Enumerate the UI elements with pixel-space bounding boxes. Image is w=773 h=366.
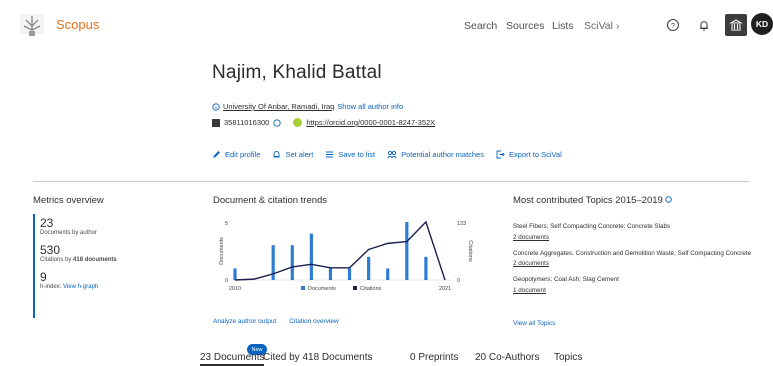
people-icon [387, 150, 397, 159]
y2-tick-label: 0 [457, 278, 460, 284]
topic-name: Geopolymers; Coal Ash; Slag Cement [513, 276, 620, 284]
author-actions: Edit profile Set alert Save to list Pote… [212, 150, 562, 159]
scopus-id-icon [212, 118, 220, 127]
y-tick-label: 5 [225, 221, 228, 227]
citations-label: Citations by 418 documents [40, 257, 183, 263]
topic-docs-link[interactable]: 1 document [513, 287, 753, 296]
citation-overview-link[interactable]: Citation overview [289, 318, 339, 325]
orcid-icon [293, 118, 303, 127]
topics-title: Most contributed Topics 2015–2019 [513, 195, 673, 206]
info-icon[interactable] [273, 118, 281, 127]
documents-bar [367, 256, 371, 280]
nav-lists[interactable]: Lists [552, 20, 574, 32]
nav-sources[interactable]: Sources [506, 20, 545, 32]
hindex-label-text: h-index: [40, 284, 64, 290]
svg-text:?: ? [671, 23, 675, 30]
legend-documents-swatch [301, 286, 305, 290]
documents-bar [405, 222, 409, 280]
topic-docs-link[interactable]: 2 documents [513, 260, 753, 269]
show-author-info-link[interactable]: Show all author info [337, 102, 403, 111]
metrics-panel: 23 Documents by author 530 Citations by … [33, 214, 183, 318]
documents-bar [347, 268, 352, 280]
tab-preprints[interactable]: 0 Preprints [410, 352, 458, 363]
trends-chart-svg: 5013302010 2021Documents CitationsDocument… [219, 220, 473, 292]
y2-axis-label: Citations [467, 240, 473, 262]
elsevier-logo[interactable] [18, 12, 46, 38]
topic-docs-link[interactable]: 2 documents [513, 234, 753, 243]
pencil-icon [213, 151, 220, 158]
tab-co-authors[interactable]: 20 Co-Authors [475, 352, 539, 363]
legend-citations-label: Citations [360, 286, 382, 292]
affiliation-row: University Of Anbar, Ramadi, Iraq Show a… [212, 102, 403, 111]
analyze-author-output-link[interactable]: Analyze author output [213, 318, 276, 325]
user-avatar[interactable]: KD [751, 13, 773, 35]
documents-label: Documents by author [40, 230, 98, 236]
tab-documents[interactable]: 23 Documents [200, 352, 265, 366]
institution-icon[interactable] [725, 14, 747, 36]
section-divider [33, 181, 749, 182]
x-tick-label: 2021 [439, 286, 451, 292]
scopus-brand[interactable]: Scopus [56, 17, 99, 32]
documents-bar [290, 245, 294, 280]
x-tick-label: 2010 [229, 286, 241, 292]
affiliation-link[interactable]: University Of Anbar, Ramadi, Iraq [223, 102, 334, 111]
info-icon[interactable] [665, 196, 673, 203]
tab-cited-by[interactable]: Cited by 418 Documents [263, 352, 373, 363]
nav-scival[interactable]: SciVal › [584, 20, 619, 32]
topics-list: Steel Fibers; Self Compacting Concrete; … [513, 223, 753, 303]
documents-bar [424, 256, 428, 280]
export-to-scival-button[interactable]: Export to SciVal [496, 150, 562, 159]
list-icon [326, 151, 334, 158]
potential-author-matches-label: Potential author matches [401, 150, 485, 159]
legend-citations-swatch [353, 286, 357, 290]
scopus-id: 35811016300 [224, 118, 270, 127]
view-h-graph-link[interactable]: View h-graph [63, 284, 98, 290]
documents-bar [233, 268, 237, 280]
citations-line [234, 220, 446, 281]
documents-bar [309, 233, 313, 280]
edit-profile-button[interactable]: Edit profile [212, 150, 260, 159]
topic-name: Steel Fibers; Self Compacting Concrete; … [513, 223, 671, 230]
save-to-list-label: Save to list [338, 150, 376, 159]
metrics-overview-title: Metrics overview [33, 195, 104, 206]
topic-item: Geopolymers; Coal Ash; Slag Cement 1 doc… [513, 276, 753, 296]
chart-links: Analyze author output Citation overview [213, 318, 339, 325]
documents-count[interactable]: 23 [40, 216, 183, 230]
citations-count[interactable]: 530 [40, 243, 183, 257]
save-to-list-button[interactable]: Save to list [325, 150, 375, 159]
documents-bar [386, 268, 390, 280]
tab-topics[interactable]: Topics [554, 352, 582, 363]
set-alert-button[interactable]: Set alert [272, 150, 313, 159]
legend-documents-label: Documents [308, 286, 336, 292]
citations-label-prefix: Citations by [40, 257, 74, 263]
y-axis-label: Documents [219, 237, 225, 265]
building-icon [212, 102, 220, 111]
orcid-link[interactable]: https://orcid.org/0000-0001-8247-352X [306, 118, 435, 127]
set-alert-label: Set alert [285, 150, 314, 159]
topic-item: Steel Fibers; Self Compacting Concrete; … [513, 223, 753, 243]
y-tick-label: 0 [225, 278, 228, 284]
export-to-scival-label: Export to SciVal [509, 150, 562, 159]
topic-name: Concrete Aggregates; Construction and De… [513, 249, 752, 257]
topic-item: Concrete Aggregates; Construction and De… [513, 250, 753, 270]
potential-author-matches-button[interactable]: Potential author matches [387, 150, 484, 159]
hindex-label: h-index: View h-graph [40, 284, 183, 290]
edit-profile-label: Edit profile [225, 150, 261, 159]
view-all-topics-link[interactable]: View all Topics [513, 320, 555, 327]
help-icon[interactable]: ? [663, 15, 683, 35]
nav-search[interactable]: Search [464, 20, 497, 32]
y2-tick-label: 133 [457, 221, 466, 227]
trends-title: Document & citation trends [213, 195, 328, 206]
top-bar: Scopus Search Sources Lists SciVal › ? K… [0, 0, 773, 52]
author-ids-row: 35811016300 https://orcid.org/0000-0001-… [212, 118, 435, 127]
hindex-value: 9 [40, 270, 47, 284]
citations-label-docs: 418 documents [73, 257, 117, 263]
author-name: Najim, Khalid Battal [212, 62, 382, 83]
topics-title-text: Most contributed Topics 2015–2019 [513, 195, 663, 206]
export-icon [496, 150, 505, 159]
documents-bar [328, 268, 333, 280]
alert-bell-icon [273, 151, 280, 158]
bell-icon[interactable] [694, 15, 714, 35]
trends-chart: 5 0 133 0 2010 2021 Documents Citations Document… [213, 214, 473, 304]
